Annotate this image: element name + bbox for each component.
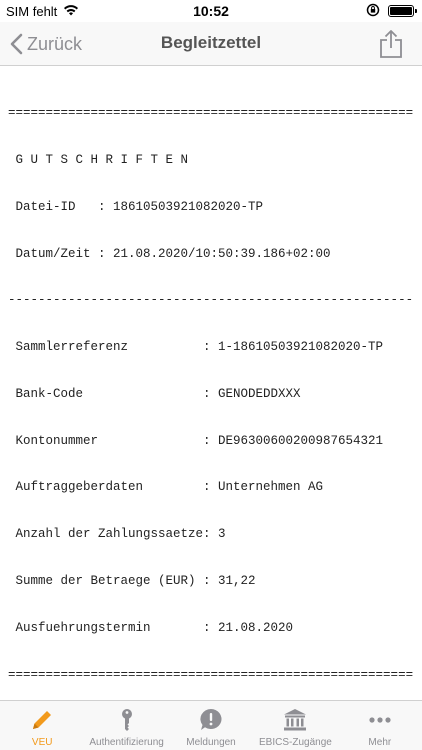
tab-label: VEU: [31, 737, 53, 748]
tab-label: Meldungen: [186, 737, 236, 748]
slip-line: G U T S C H R I F T E N: [8, 152, 189, 167]
key-icon: [121, 709, 132, 731]
clock: 10:52: [193, 3, 229, 19]
slip-line: Summe der Betraege (EUR) : 31,22: [8, 574, 256, 588]
slip-line: Auftraggeberdaten : Unternehmen AG: [8, 480, 324, 495]
slip-line: Anzahl der Zahlungssaetze: 3: [8, 527, 226, 542]
more-icon: [369, 717, 391, 723]
tab-ebics-zugaenge[interactable]: EBICS-Zugänge: [253, 701, 337, 750]
tab-meldungen[interactable]: Meldungen: [169, 701, 253, 750]
tab-label: Mehr: [368, 737, 392, 748]
navigation-bar: Zurück Begleitzettel: [0, 22, 422, 66]
slip-line: Sammlerreferenz : 1-18610503921082020-TP: [8, 340, 384, 355]
page-title: Begleitzettel: [160, 33, 262, 52]
tab-label: EBICS-Zugänge: [259, 737, 332, 748]
accompanying-slip-text: ========================================…: [8, 75, 422, 700]
battery-icon: [388, 5, 417, 17]
tab-veu[interactable]: VEU: [0, 701, 84, 750]
bank-icon: [284, 709, 307, 731]
slip-line: Datum/Zeit : 21.08.2020/10:50:39.186+02:…: [8, 246, 331, 261]
slip-line: Ausfuehrungstermin : 21.08.2020: [8, 620, 294, 635]
pencil-icon: [33, 711, 52, 729]
slip-line: Kontonummer : DE96300600200987654321: [8, 433, 384, 448]
alert-bubble-icon: [200, 708, 222, 730]
slip-line: Datei-ID : 18610503921082020-TP: [8, 199, 264, 214]
slip-line: ========================================…: [8, 667, 414, 682]
tab-bar: VEU Authentifizierung Meldungen EBICS-Zu…: [0, 700, 422, 750]
status-bar: SIM fehlt 10:52: [0, 0, 422, 22]
share-button[interactable]: [378, 29, 404, 59]
tab-authentifizierung[interactable]: Authentifizierung: [84, 701, 168, 750]
slip-line: ========================================…: [8, 106, 414, 121]
share-icon: [380, 30, 402, 58]
slip-view[interactable]: ========================================…: [0, 66, 422, 700]
rotation-lock-icon: [366, 3, 380, 20]
slip-line: Bank-Code : GENODEDDXXX: [8, 386, 301, 401]
tab-mehr[interactable]: Mehr: [338, 701, 422, 750]
slip-line: ----------------------------------------…: [8, 293, 414, 308]
tab-label: Authentifizierung: [89, 737, 164, 748]
